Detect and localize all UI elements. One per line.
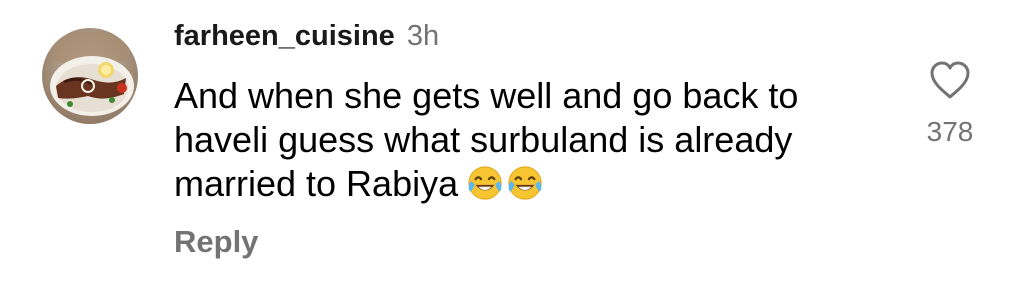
comment-meta: farheen_cuisine 3h xyxy=(174,20,894,60)
like-count: 378 xyxy=(926,116,974,147)
comment-body: farheen_cuisine 3h And when she gets wel… xyxy=(174,20,894,260)
food-plate-avatar-image xyxy=(42,28,138,124)
user-avatar[interactable] xyxy=(42,28,138,124)
username-link[interactable]: farheen_cuisine xyxy=(174,20,395,53)
face-with-tears-of-joy-emoji xyxy=(508,166,542,200)
emoji-group xyxy=(466,164,544,202)
comment-row: farheen_cuisine 3h And when she gets wel… xyxy=(0,0,1024,282)
reply-button[interactable]: Reply xyxy=(174,224,258,260)
heart-outline-icon[interactable] xyxy=(928,60,972,100)
comment-timestamp: 3h xyxy=(406,20,440,52)
face-with-tears-of-joy-emoji xyxy=(468,166,502,200)
like-section: 378 xyxy=(920,60,980,148)
comment-text: And when she gets well and go back to ha… xyxy=(174,74,894,206)
